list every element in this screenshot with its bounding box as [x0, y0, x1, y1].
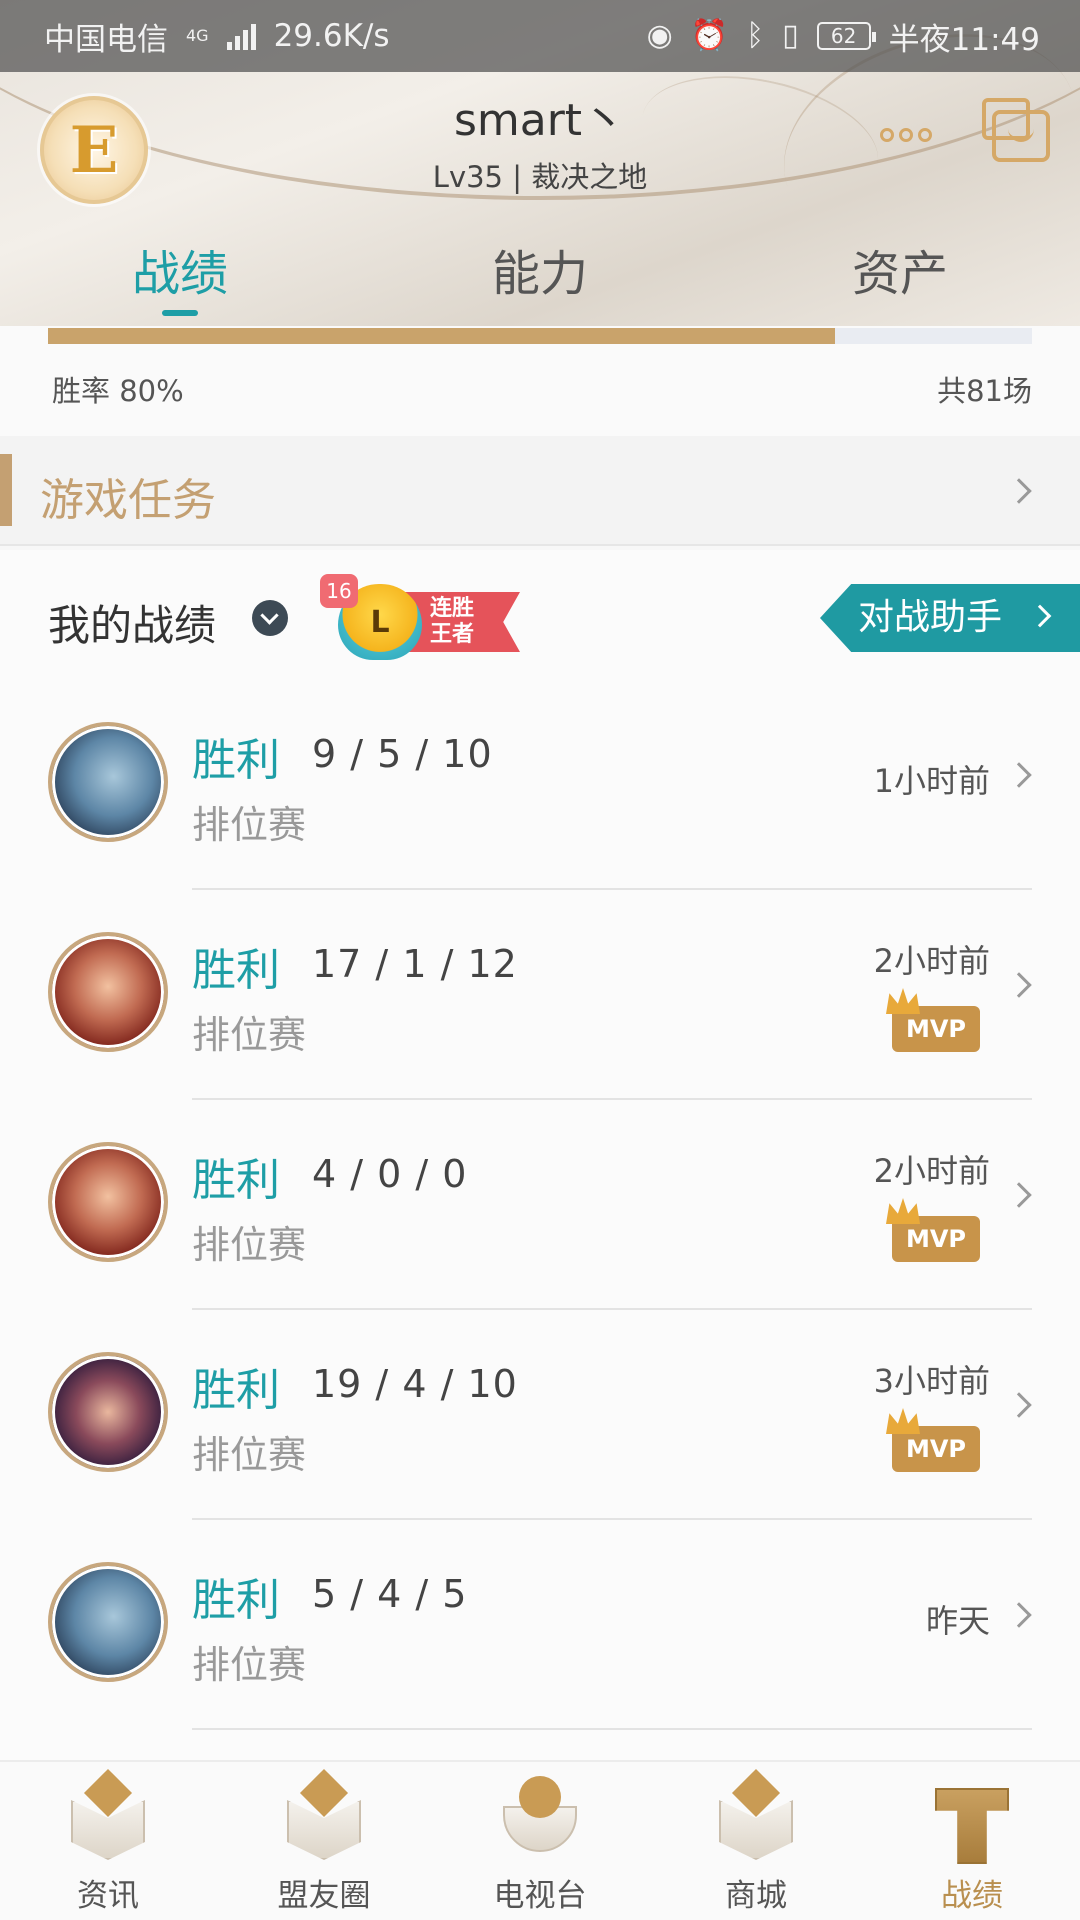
tab-assets[interactable]: 资产 — [720, 230, 1080, 326]
total-games-label: 共81场 — [937, 374, 1032, 408]
game-task-row[interactable]: 游戏任务 — [0, 436, 1080, 546]
match-mode: 排位赛 — [192, 1643, 307, 1687]
winrate-label: 胜率 80% — [52, 374, 184, 408]
winrate-progress-fill — [48, 328, 836, 344]
match-result: 胜利 — [192, 945, 280, 996]
streak-letter: L — [370, 604, 390, 640]
winrate-section: 胜率 80% 共81场 — [0, 326, 1080, 436]
more-options-icon[interactable] — [880, 128, 932, 142]
bottom-nav: 资讯 盟友圈 电视台 商城 战绩 — [0, 1760, 1080, 1920]
match-kda: 5 / 4 / 5 — [312, 1572, 468, 1616]
win-streak-badge[interactable]: 连胜王者 L 16 — [320, 574, 520, 664]
nav-store[interactable]: 商城 — [648, 1762, 864, 1920]
chat-icon[interactable] — [982, 98, 1050, 162]
match-mode: 排位赛 — [192, 1013, 307, 1057]
eye-icon: ◉ — [646, 18, 673, 53]
match-kda: 19 / 4 / 10 — [312, 1362, 518, 1406]
match-result: 胜利 — [192, 1575, 280, 1626]
vibrate-icon: ▯ — [782, 18, 799, 53]
records-icon — [931, 1776, 1013, 1864]
tab-active-indicator — [162, 310, 198, 316]
tab-label: 能力 — [491, 246, 588, 302]
nav-news[interactable]: 资讯 — [0, 1762, 216, 1920]
match-kda: 4 / 0 / 0 — [312, 1152, 468, 1196]
nav-tv[interactable]: 电视台 — [432, 1762, 648, 1920]
nav-label: 资讯 — [77, 1878, 139, 1914]
match-row[interactable]: 胜利 19 / 4 / 10 排位赛 3小时前 MVP — [0, 1310, 1080, 1520]
row-divider — [192, 1728, 1032, 1730]
match-row[interactable]: 胜利 17 / 1 / 12 排位赛 2小时前 MVP — [0, 890, 1080, 1100]
store-icon — [715, 1768, 797, 1864]
news-icon — [67, 1768, 149, 1864]
chevron-right-icon — [1006, 1602, 1032, 1628]
signal-icon — [226, 22, 256, 50]
chevron-right-icon — [1028, 604, 1052, 628]
network-type: 4G — [186, 26, 209, 45]
nav-label: 盟友圈 — [277, 1878, 371, 1914]
match-mode: 排位赛 — [192, 1433, 307, 1477]
tab-label: 战绩 — [131, 246, 228, 302]
chevron-right-icon — [1006, 762, 1032, 788]
nav-label: 战绩 — [941, 1878, 1003, 1914]
vladimir-icon — [48, 1142, 168, 1262]
match-kda: 17 / 1 / 12 — [312, 942, 518, 986]
records-section: 我的战绩 连胜王者 L 16 对战助手 胜利 9 / 5 / 10 排位赛 1小… — [0, 550, 1080, 1760]
match-result: 胜利 — [192, 1155, 280, 1206]
battery-icon: 62 — [816, 22, 876, 50]
profile-tabs: 战绩 能力 资产 — [0, 230, 1080, 326]
match-row[interactable]: 胜利 9 / 5 / 10 排位赛 1小时前 — [0, 680, 1080, 890]
match-mode: 排位赛 — [192, 803, 307, 847]
leblanc-icon — [48, 1352, 168, 1472]
profile-level-server: Lv35 | 裁决之地 — [432, 160, 648, 194]
streak-count: 16 — [320, 574, 358, 608]
friends-icon — [283, 1768, 365, 1864]
match-time: 2小时前 — [873, 1152, 990, 1190]
chevron-right-icon — [1006, 1182, 1032, 1208]
tab-records[interactable]: 战绩 — [0, 230, 360, 326]
network-speed: 29.6K/s — [273, 18, 390, 54]
tab-label: 资产 — [851, 246, 948, 302]
clock: 半夜11:49 — [888, 21, 1040, 58]
status-bar: 中国电信 4G 29.6K/s ◉ ⏰ ᛒ ▯ 62 半夜11:49 — [0, 0, 1080, 72]
match-result: 胜利 — [192, 735, 280, 786]
vladimir-icon — [48, 932, 168, 1052]
streak-text: 连胜王者 — [430, 596, 475, 647]
match-time: 1小时前 — [873, 762, 990, 800]
nav-label: 商城 — [725, 1878, 787, 1914]
match-result: 胜利 — [192, 1365, 280, 1416]
match-row[interactable]: 胜利 5 / 4 / 5 排位赛 昨天 — [0, 1520, 1080, 1730]
chevron-right-icon — [1006, 478, 1032, 504]
mvp-badge: MVP — [892, 1426, 980, 1472]
carrier-label: 中国电信 — [44, 21, 168, 58]
match-kda: 9 / 5 / 10 — [312, 732, 493, 776]
match-time: 3小时前 — [873, 1362, 990, 1400]
fizz-icon — [48, 722, 168, 842]
mvp-badge: MVP — [892, 1216, 980, 1262]
battery-level: 62 — [830, 24, 857, 48]
match-time: 2小时前 — [873, 942, 990, 980]
match-row[interactable]: 胜利 4 / 0 / 0 排位赛 2小时前 MVP — [0, 1100, 1080, 1310]
records-title: 我的战绩 — [48, 601, 217, 650]
alarm-icon: ⏰ — [690, 18, 729, 53]
match-mode: 排位赛 — [192, 1223, 307, 1267]
battle-assistant-button[interactable]: 对战助手 — [820, 584, 1080, 652]
tv-icon — [499, 1776, 581, 1864]
chevron-right-icon — [1006, 1392, 1032, 1418]
fizz-icon — [48, 1562, 168, 1682]
task-title: 游戏任务 — [40, 475, 216, 526]
task-accent-bar — [0, 454, 12, 526]
chevron-right-icon — [1006, 972, 1032, 998]
mvp-badge: MVP — [892, 1006, 980, 1052]
assist-label: 对战助手 — [858, 597, 1003, 638]
chevron-down-icon[interactable] — [252, 600, 288, 636]
nav-records[interactable]: 战绩 — [864, 1762, 1080, 1920]
nav-label: 电视台 — [493, 1878, 587, 1914]
nav-friends[interactable]: 盟友圈 — [216, 1762, 432, 1920]
tab-ability[interactable]: 能力 — [360, 230, 720, 326]
bluetooth-icon: ᛒ — [746, 18, 765, 53]
match-time: 昨天 — [925, 1602, 990, 1640]
winrate-progress-bar — [48, 328, 1032, 344]
